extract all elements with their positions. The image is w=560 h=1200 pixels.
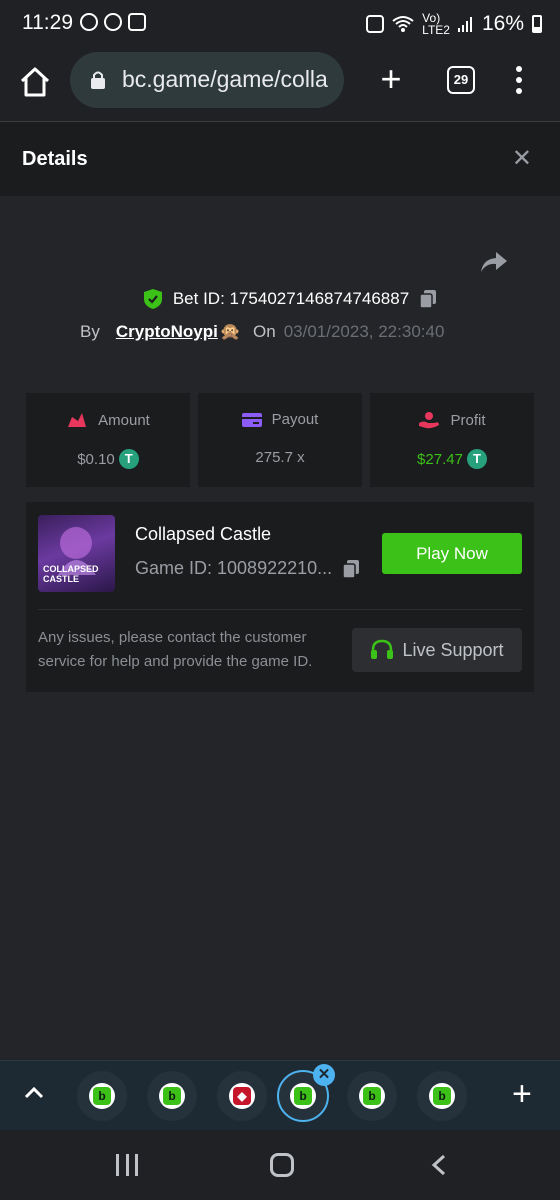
new-tab-button[interactable]: + xyxy=(376,61,406,97)
game-id: Game ID: 1008922210... xyxy=(135,558,333,578)
verified-shield-icon xyxy=(143,289,162,309)
username-link[interactable]: CryptoNoypi xyxy=(116,322,218,342)
payout-value: 275.7 x xyxy=(255,449,305,466)
bcgame-favicon-icon: b xyxy=(89,1083,115,1109)
bet-stats: Amount $0.10 T Payout 275.7 x Profit $27… xyxy=(26,393,534,487)
close-tab-icon[interactable]: ✕ xyxy=(313,1064,335,1086)
battery-icon xyxy=(532,15,542,33)
address-bar[interactable]: bc.game/game/colla xyxy=(70,52,344,108)
support-text: Any issues, please contact the customer … xyxy=(38,629,313,670)
signal-icon xyxy=(457,17,472,32)
close-icon[interactable]: ✕ xyxy=(512,147,532,171)
tab-item[interactable]: b xyxy=(77,1071,127,1121)
on-label: On xyxy=(253,322,276,341)
menu-dot xyxy=(516,77,522,83)
messenger-icon xyxy=(104,13,122,31)
tab-switcher-button[interactable]: 29 xyxy=(447,66,475,94)
bcgame-favicon-icon: b xyxy=(290,1083,316,1109)
user-emoji: 🙊 xyxy=(219,322,242,341)
red-favicon-icon: ◆ xyxy=(229,1083,255,1109)
live-support-button[interactable]: Live Support xyxy=(352,628,522,672)
page-title: Details xyxy=(22,148,88,170)
overflow-menu-button[interactable] xyxy=(512,66,526,94)
amount-label: Amount xyxy=(98,411,150,429)
recent-apps-button[interactable] xyxy=(116,1154,138,1176)
tab-item[interactable]: b xyxy=(347,1071,397,1121)
amount-icon xyxy=(68,413,87,427)
network-type: Vo) LTE2 xyxy=(422,11,450,37)
data-saver-icon xyxy=(366,15,385,33)
battery-percent: 16% xyxy=(481,12,524,35)
tab-strip: b b ◆ b ✕ b b + xyxy=(0,1060,560,1130)
game-name: Collapsed Castle xyxy=(135,524,272,544)
tether-icon: T xyxy=(118,449,139,469)
profit-icon xyxy=(419,412,440,429)
payout-icon xyxy=(241,412,262,427)
system-nav-bar xyxy=(0,1130,560,1200)
bet-date: 03/01/2023, 22:30:40 xyxy=(283,322,445,341)
tab-item[interactable]: ◆ xyxy=(217,1071,267,1121)
menu-dot xyxy=(516,66,522,72)
tab-item-active[interactable]: b ✕ xyxy=(277,1064,335,1122)
share-icon[interactable] xyxy=(480,250,508,274)
game-id-row: Game ID: 1008922210... xyxy=(135,558,360,579)
tab-item[interactable]: b xyxy=(417,1071,467,1121)
game-card: COLLAPSED CASTLE Collapsed Castle Game I… xyxy=(26,502,534,692)
game-thumb-title: COLLAPSED CASTLE xyxy=(43,564,99,584)
divider xyxy=(38,609,522,610)
bcgame-favicon-icon: b xyxy=(159,1083,185,1109)
bet-meta-row: By CryptoNoypi 🙊 On 03/01/2023, 22:30:40 xyxy=(80,322,444,342)
payout-label: Payout xyxy=(271,411,319,428)
chevron-up-icon[interactable] xyxy=(24,1085,44,1099)
notification-icons xyxy=(80,13,146,31)
profit-value: $27.47 xyxy=(417,450,463,468)
home-button[interactable] xyxy=(270,1153,294,1177)
status-right: Vo) LTE2 16% xyxy=(366,12,542,36)
live-support-label: Live Support xyxy=(402,639,504,660)
bcgame-favicon-icon: b xyxy=(359,1083,385,1109)
amount-stat: Amount $0.10 T xyxy=(26,393,190,487)
by-label: By xyxy=(80,322,100,341)
add-tab-button[interactable]: + xyxy=(512,1077,532,1111)
details-header: Details ✕ xyxy=(0,122,560,196)
tether-icon: T xyxy=(466,449,487,469)
back-button[interactable] xyxy=(430,1154,448,1176)
headset-icon xyxy=(371,639,394,659)
copy-icon[interactable] xyxy=(342,559,360,579)
lock-icon xyxy=(91,71,105,89)
status-bar: 11:29 Vo) LTE2 16% xyxy=(0,0,560,48)
wifi-icon xyxy=(392,16,414,32)
bet-id-row: Bet ID: 1754027146874746887 xyxy=(0,288,560,310)
menu-dot xyxy=(516,88,522,94)
bet-details-content: Bet ID: 1754027146874746887 By CryptoNoy… xyxy=(0,196,560,1060)
amount-value: $0.10 xyxy=(77,450,115,468)
game-thumbnail[interactable]: COLLAPSED CASTLE xyxy=(38,515,115,592)
camera-icon xyxy=(128,13,146,31)
fingerprint-icon xyxy=(80,13,98,31)
profit-label: Profit xyxy=(450,411,486,429)
copy-icon[interactable] xyxy=(419,289,437,309)
browser-toolbar: bc.game/game/colla + 29 xyxy=(0,48,560,122)
profit-stat: Profit $27.47 T xyxy=(370,393,534,487)
bet-id: Bet ID: 1754027146874746887 xyxy=(172,289,410,308)
bcgame-favicon-icon: b xyxy=(429,1083,455,1109)
home-icon[interactable] xyxy=(18,65,52,99)
url-text: bc.game/game/colla xyxy=(122,66,328,92)
status-time: 11:29 xyxy=(22,11,73,34)
payout-stat: Payout 275.7 x xyxy=(198,393,362,487)
play-now-button[interactable]: Play Now xyxy=(382,533,522,574)
tab-item[interactable]: b xyxy=(147,1071,197,1121)
